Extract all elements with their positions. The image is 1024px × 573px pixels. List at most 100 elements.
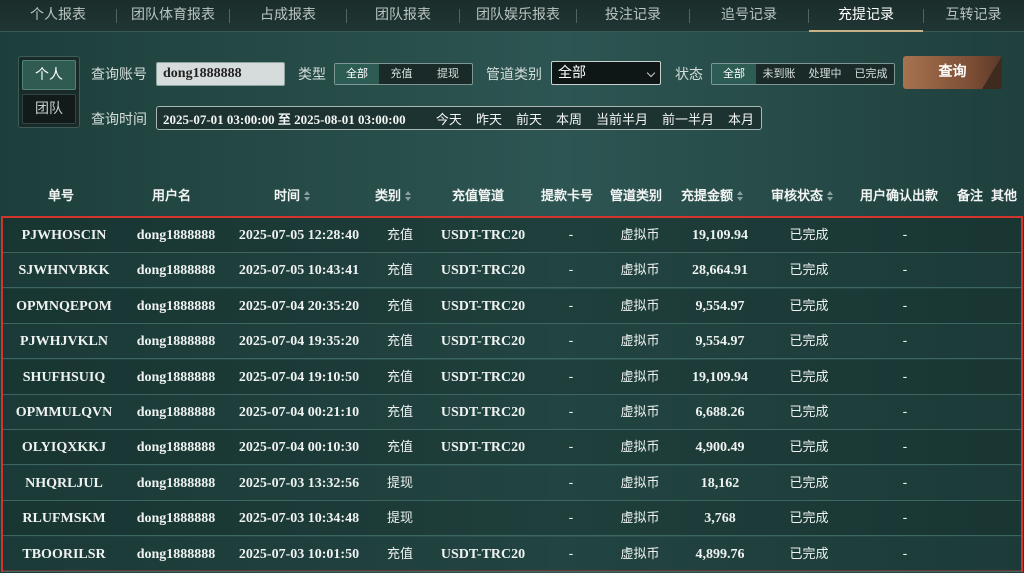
status-label: 状态 bbox=[675, 67, 703, 83]
table-row[interactable]: NHQRLJUL dong1888888 2025-07-03 13:32:56 提现… bbox=[3, 465, 1021, 501]
type-segmented: 全部 充值 提现 bbox=[334, 63, 473, 85]
channel-select-value: 全部 bbox=[558, 65, 586, 81]
table-row[interactable]: TBOORILSR dong1888888 2025-07-03 10:01:50 充… bbox=[3, 536, 1021, 572]
cell-order-id: PJWHOSCIN bbox=[21, 228, 107, 243]
cell-username: dong1888888 bbox=[136, 263, 216, 279]
time-range-input[interactable]: 2025-07-01 03:00:00 至 2025-08-01 03:00:0… bbox=[157, 109, 429, 128]
cell-card: - bbox=[568, 440, 574, 456]
type-label: 类型 bbox=[298, 67, 326, 83]
header-review-status[interactable]: 审核状态 bbox=[771, 185, 834, 204]
header-review-status-label: 审核状态 bbox=[771, 189, 824, 204]
cell-user-confirm: - bbox=[902, 228, 908, 243]
mode-switch: 个人 团队 bbox=[18, 56, 80, 128]
tab-team-sports-report[interactable]: 团队体育报表 bbox=[117, 0, 229, 32]
header-category[interactable]: 类别 bbox=[375, 185, 412, 204]
quick-range-day-before[interactable]: 前天 bbox=[509, 109, 549, 128]
table-row[interactable]: OPMMULQVN dong1888888 2025-07-04 00:21:10 充… bbox=[3, 395, 1021, 430]
quick-range-this-month[interactable]: 本月 bbox=[721, 109, 761, 128]
cell-channel-type: 虚拟币 bbox=[620, 369, 660, 385]
cell-user-confirm: - bbox=[902, 369, 908, 385]
cell-user-confirm: - bbox=[902, 405, 908, 420]
table-row[interactable]: PJWHOSCIN dong1888888 2025-07-05 12:28:40 充… bbox=[3, 218, 1021, 253]
table-header: 单号 用户名 时间 类别 充值管道 提款卡号 管道类别 充提金额 审核状态 用户… bbox=[0, 175, 1024, 211]
header-time-label: 时间 bbox=[274, 189, 301, 204]
cell-username: dong1888888 bbox=[136, 228, 216, 243]
header-other: 其他 bbox=[991, 189, 1018, 204]
cell-amount: 28,664.91 bbox=[692, 263, 748, 279]
quick-range-today[interactable]: 今天 bbox=[429, 109, 469, 128]
type-option-deposit[interactable]: 充值 bbox=[379, 64, 424, 84]
cell-username: dong1888888 bbox=[136, 546, 216, 562]
tab-team-report[interactable]: 团队报表 bbox=[347, 0, 459, 32]
status-option-processing[interactable]: 处理中 bbox=[802, 64, 848, 84]
header-channel-type: 管道类别 bbox=[610, 189, 663, 204]
quick-range-previous-half-month[interactable]: 前一半月 bbox=[655, 109, 721, 128]
table-row[interactable]: OPMNQEPOM dong1888888 2025-07-04 20:35:20 充… bbox=[3, 288, 1021, 324]
cell-time: 2025-07-04 19:35:20 bbox=[238, 334, 360, 350]
cell-time: 2025-07-04 00:10:30 bbox=[238, 440, 360, 456]
cell-status: 已完成 bbox=[789, 334, 829, 350]
cell-card: - bbox=[568, 228, 574, 243]
type-option-withdraw[interactable]: 提现 bbox=[424, 64, 472, 84]
cell-channel-type: 虚拟币 bbox=[620, 511, 660, 527]
tab-deposit-withdraw-records[interactable]: 充提记录 bbox=[809, 0, 923, 32]
cell-status: 已完成 bbox=[789, 263, 829, 279]
tab-bet-records[interactable]: 投注记录 bbox=[577, 0, 689, 32]
header-time[interactable]: 时间 bbox=[274, 185, 311, 204]
mode-team-button[interactable]: 团队 bbox=[22, 94, 76, 124]
cell-amount: 19,109.94 bbox=[692, 369, 748, 385]
cell-card: - bbox=[568, 298, 574, 314]
cell-time: 2025-07-04 00:21:10 bbox=[238, 405, 360, 420]
account-input[interactable]: dong1888888 bbox=[156, 62, 285, 86]
cell-channel-type: 虚拟币 bbox=[620, 546, 660, 562]
cell-username: dong1888888 bbox=[136, 405, 216, 420]
query-button[interactable]: 查询 bbox=[903, 56, 1002, 89]
table-row[interactable]: SJWHNVBKK dong1888888 2025-07-05 10:43:41 充… bbox=[3, 253, 1021, 289]
header-remark: 备注 bbox=[957, 189, 984, 204]
header-order-id: 单号 bbox=[48, 189, 75, 204]
channel-select[interactable]: 全部 bbox=[551, 61, 661, 85]
cell-time: 2025-07-05 10:43:41 bbox=[238, 263, 360, 279]
status-option-pending[interactable]: 未到账 bbox=[756, 64, 802, 84]
cell-time: 2025-07-03 10:34:48 bbox=[238, 511, 360, 527]
cell-time: 2025-07-03 10:01:50 bbox=[238, 546, 360, 562]
type-option-all[interactable]: 全部 bbox=[335, 64, 379, 84]
tab-share-report[interactable]: 占成报表 bbox=[230, 0, 346, 32]
cell-channel: USDT-TRC20 bbox=[440, 369, 526, 385]
cell-order-id: TBOORILSR bbox=[22, 546, 106, 562]
cell-username: dong1888888 bbox=[136, 511, 216, 527]
header-category-label: 类别 bbox=[375, 189, 402, 204]
tab-team-entertainment-report[interactable]: 团队娱乐报表 bbox=[460, 0, 576, 32]
quick-range-current-half-month[interactable]: 当前半月 bbox=[589, 109, 655, 128]
status-option-all[interactable]: 全部 bbox=[712, 64, 756, 84]
cell-channel: USDT-TRC20 bbox=[440, 263, 526, 279]
table-row[interactable]: SHUFHSUIQ dong1888888 2025-07-04 19:10:50 充… bbox=[3, 359, 1021, 395]
cell-order-id: OPMNQEPOM bbox=[16, 298, 112, 314]
cell-status: 已完成 bbox=[789, 440, 829, 456]
table-row[interactable]: OLYIQXKKJ dong1888888 2025-07-04 00:10:30 充… bbox=[3, 430, 1021, 466]
cell-status: 已完成 bbox=[789, 546, 829, 562]
cell-user-confirm: - bbox=[902, 334, 908, 350]
cell-order-id: OLYIQXKKJ bbox=[21, 440, 107, 456]
header-amount-label: 充提金额 bbox=[681, 189, 734, 204]
cell-username: dong1888888 bbox=[136, 369, 216, 385]
table-row[interactable]: RLUFMSKM dong1888888 2025-07-03 10:34:48 提现… bbox=[3, 501, 1021, 537]
status-option-completed[interactable]: 已完成 bbox=[848, 64, 894, 84]
header-amount[interactable]: 充提金额 bbox=[681, 185, 744, 204]
cell-card: - bbox=[568, 405, 574, 420]
cell-channel: USDT-TRC20 bbox=[440, 228, 526, 243]
cell-channel: USDT-TRC20 bbox=[440, 440, 526, 456]
mode-personal-button[interactable]: 个人 bbox=[22, 60, 76, 90]
quick-range-yesterday[interactable]: 昨天 bbox=[469, 109, 509, 128]
quick-range-this-week[interactable]: 本周 bbox=[549, 109, 589, 128]
sort-icon bbox=[404, 191, 412, 201]
tab-chase-records[interactable]: 追号记录 bbox=[690, 0, 808, 32]
tab-personal-report[interactable]: 个人报表 bbox=[0, 0, 116, 32]
cell-channel-type: 虚拟币 bbox=[620, 298, 660, 314]
header-deposit-channel: 充值管道 bbox=[452, 189, 505, 204]
table-row[interactable]: PJWHJVKLN dong1888888 2025-07-04 19:35:20 充… bbox=[3, 324, 1021, 360]
cell-channel bbox=[423, 466, 543, 501]
tab-transfer-records[interactable]: 互转记录 bbox=[924, 0, 1023, 32]
cell-card: - bbox=[568, 263, 574, 279]
cell-user-confirm: - bbox=[902, 440, 908, 456]
